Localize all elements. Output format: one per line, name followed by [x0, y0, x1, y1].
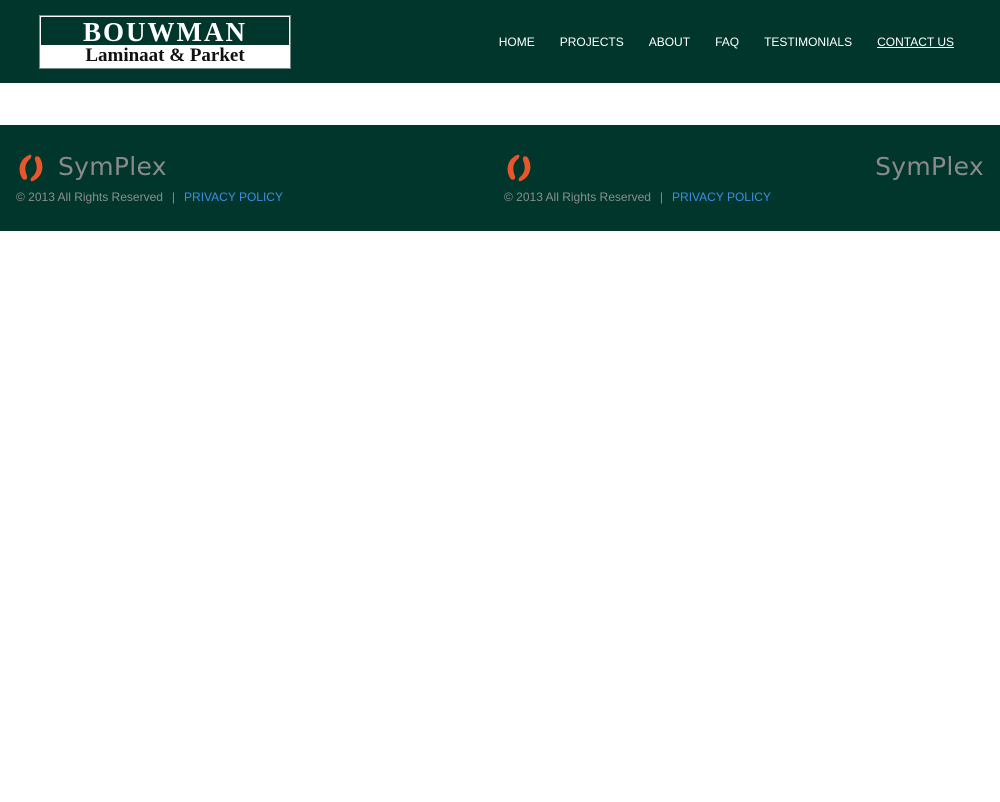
nav-testimonials[interactable]: TESTIMONIALS — [764, 34, 852, 50]
nav-contact-us[interactable]: CONTACT US — [877, 34, 954, 50]
nav-faq[interactable]: FAQ — [715, 34, 739, 50]
symplex-logo-icon — [19, 154, 43, 182]
footer-column-left: SymPlex © 2013 All Rights Reserved | PRIVA… — [16, 125, 486, 231]
footer-brand-name: SymPlex — [875, 152, 984, 181]
footer-column-right: SymPlex © 2013 All Rights Reserved | PRIVA… — [504, 125, 984, 231]
copyright-text: © 2013 All Rights Reserved — [16, 190, 163, 204]
footer-separator: | — [659, 190, 664, 204]
symplex-logo-icon — [507, 154, 531, 182]
privacy-policy-link[interactable]: PRIVACY POLICY — [672, 190, 771, 204]
privacy-policy-link[interactable]: PRIVACY POLICY — [184, 190, 283, 204]
site-footer: SymPlex © 2013 All Rights Reserved | PRIVA… — [0, 125, 1000, 231]
site-header: BOUWMAN Laminaat & Parket HOME PROJECTS … — [0, 0, 1000, 83]
nav-home[interactable]: HOME — [499, 34, 535, 50]
footer-separator: | — [171, 190, 176, 204]
footer-copyright-line: © 2013 All Rights Reserved | PRIVACY POLIC… — [16, 189, 283, 205]
main-nav: HOME PROJECTS ABOUT FAQ TESTIMONIALS CON… — [474, 34, 954, 50]
nav-projects[interactable]: PROJECTS — [560, 34, 624, 50]
nav-about[interactable]: ABOUT — [649, 34, 690, 50]
copyright-text: © 2013 All Rights Reserved — [504, 190, 651, 204]
logo-title: BOUWMAN — [41, 17, 289, 47]
footer-brand-name: SymPlex — [58, 152, 167, 181]
site-logo[interactable]: BOUWMAN Laminaat & Parket — [39, 15, 291, 69]
logo-subtitle: Laminaat & Parket — [85, 45, 245, 66]
footer-copyright-line: © 2013 All Rights Reserved | PRIVACY POLIC… — [504, 189, 771, 205]
